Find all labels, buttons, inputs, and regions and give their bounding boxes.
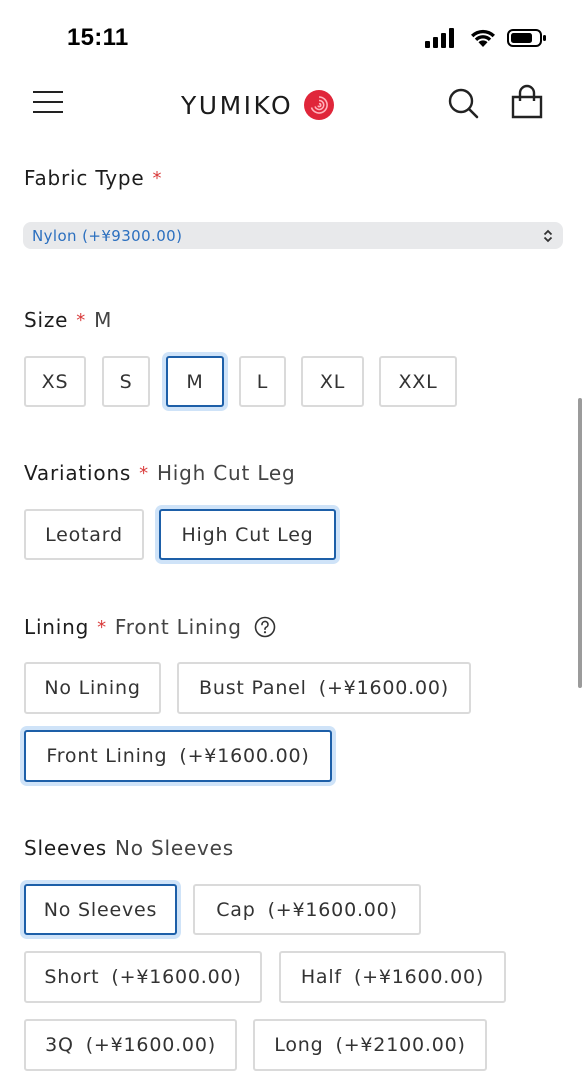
scrollbar-thumb[interactable] [578,398,582,688]
lining-option-front-lining[interactable]: Front Lining (+¥1600.00) [24,730,332,782]
wifi-icon [471,29,495,47]
size-option-l[interactable]: L [239,356,286,407]
lining-label: Lining * Front Lining [24,615,276,639]
lining-option-no-lining[interactable]: No Lining [24,662,161,714]
sleeves-option-price: (+¥1600.00) [353,966,485,988]
variation-option-label: Leotard [45,523,123,546]
size-option-xl[interactable]: XL [301,356,364,407]
size-option-xs[interactable]: XS [24,356,86,407]
required-mark: * [152,167,163,189]
size-option-xxl[interactable]: XXL [379,356,457,407]
size-option-s[interactable]: S [102,356,150,407]
select-arrows-icon [543,229,553,243]
status-time: 15:11 [67,24,129,51]
sleeves-current: No Sleeves [115,836,235,860]
sleeves-label: Sleeves No Sleeves [24,836,234,860]
status-icons [425,28,547,48]
variations-title: Variations [24,461,132,485]
site-header: YUMIKO [0,80,587,130]
required-mark: * [139,462,149,484]
battery-icon [507,29,546,47]
size-option-label: XL [319,370,346,393]
lining-current: Front Lining [114,615,242,639]
search-icon[interactable] [446,86,480,120]
sleeves-option-label: Half [300,966,342,988]
size-current: M [94,308,113,332]
signal-icon [425,28,454,48]
size-option-label: S [119,370,133,393]
required-mark: * [76,309,87,331]
sleeves-option-no-sleeves[interactable]: No Sleeves [24,884,177,935]
sleeves-option-cap[interactable]: Cap (+¥1600.00) [193,884,421,935]
sleeves-option-3q[interactable]: 3Q (+¥1600.00) [24,1019,237,1071]
variation-option-label: High Cut Leg [181,523,314,546]
required-mark: * [97,616,107,638]
size-title: Size [24,308,69,332]
variation-option-high-cut-leg[interactable]: High Cut Leg [159,509,336,560]
size-label: Size * M [24,308,112,332]
sleeves-option-price: (+¥1600.00) [267,898,398,921]
sleeves-option-label: Long [274,1034,324,1056]
size-option-label: XXL [398,370,438,393]
brand-logo[interactable]: YUMIKO [181,88,335,122]
lining-option-price: (+¥1600.00) [179,745,310,767]
variations-label: Variations * High Cut Leg [24,461,296,485]
lining-option-label: No Lining [44,677,141,699]
fabric-type-value: Nylon (+¥9300.00) [32,227,183,245]
lining-option-price: (+¥1600.00) [318,677,449,699]
lining-option-label: Bust Panel [199,677,307,699]
size-option-label: XS [41,370,69,393]
sleeves-title: Sleeves [24,836,108,860]
help-icon[interactable] [254,616,276,638]
size-option-label: L [256,370,269,393]
sleeves-option-label: Short [44,966,100,988]
sleeves-option-price: (+¥1600.00) [85,1034,216,1056]
sleeves-option-label: 3Q [45,1034,74,1056]
variations-current: High Cut Leg [156,461,296,485]
lining-option-label: Front Lining [46,745,168,767]
sleeves-option-label: Cap [216,898,256,921]
size-option-label: M [186,370,204,393]
logo-mark-icon [304,90,335,120]
sleeves-option-price: (+¥2100.00) [335,1034,466,1056]
status-bar: 15:11 [0,0,587,80]
size-option-m[interactable]: M [166,356,224,407]
sleeves-option-label: No Sleeves [43,898,158,921]
brand-name: YUMIKO [181,90,294,120]
variation-option-leotard[interactable]: Leotard [24,509,144,560]
lining-option-bust-panel[interactable]: Bust Panel (+¥1600.00) [177,662,471,714]
menu-icon[interactable] [33,88,63,116]
sleeves-option-short[interactable]: Short (+¥1600.00) [24,951,262,1003]
fabric-type-label: Fabric Type * [24,166,170,190]
fabric-type-title: Fabric Type [24,166,145,190]
sleeves-option-price: (+¥1600.00) [111,966,242,988]
fabric-type-select[interactable]: Nylon (+¥9300.00) [23,222,563,249]
sleeves-option-long[interactable]: Long (+¥2100.00) [253,1019,487,1071]
lining-title: Lining [24,615,90,639]
sleeves-option-half[interactable]: Half (+¥1600.00) [279,951,506,1003]
shopping-bag-icon[interactable] [509,84,545,120]
